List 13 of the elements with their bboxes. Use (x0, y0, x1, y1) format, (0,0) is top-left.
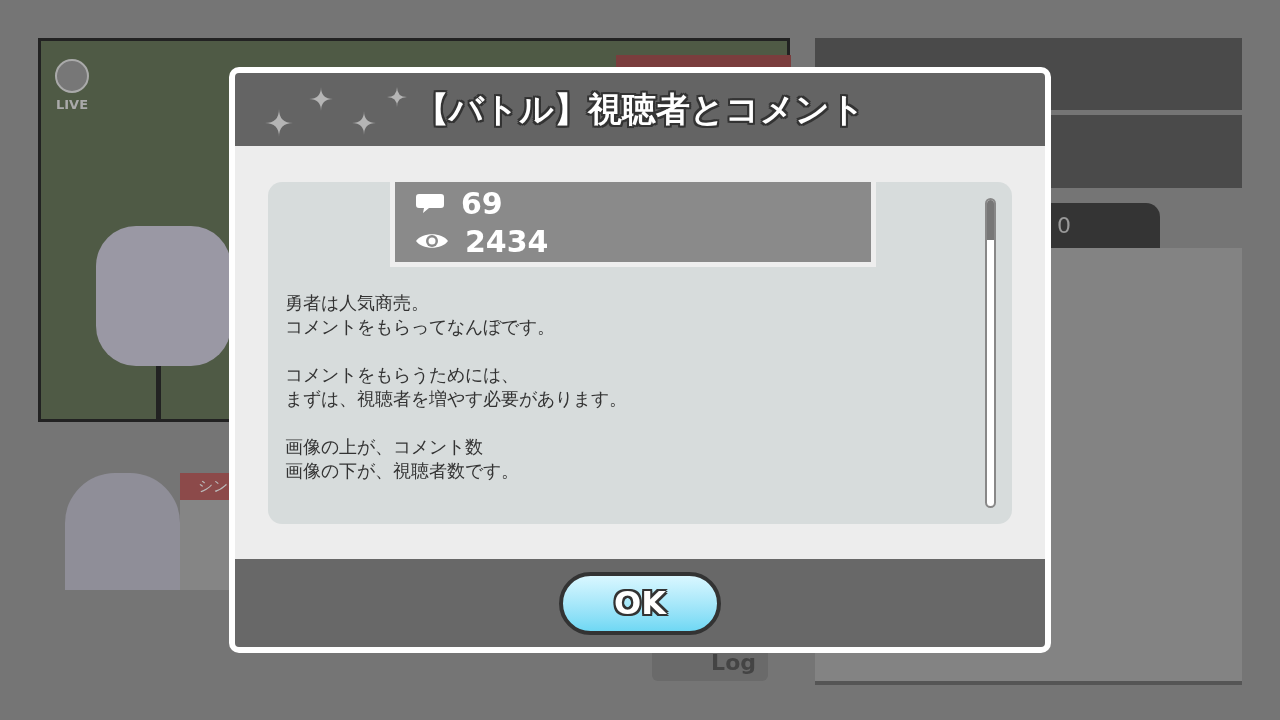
stat-value: 69 (461, 184, 503, 223)
badge-icon (55, 59, 89, 93)
eye-icon (415, 231, 449, 251)
description-line: コメントをもらってなんぼです。 (285, 315, 555, 339)
speech-bubble-icon (415, 192, 445, 214)
stat-value: 2434 (465, 222, 549, 261)
description-line: 勇者は人気商売。 (285, 291, 429, 315)
description-line: まずは、視聴者を増やす必要があります。 (285, 387, 627, 411)
description-line: 画像の上が、コメント数 (285, 435, 483, 459)
live-label: LIVE (55, 96, 89, 114)
description-line: コメントをもらうためには、 (285, 363, 519, 387)
ok-button[interactable]: OK (559, 571, 721, 635)
dialog-title: 【バトル】視聴者とコメント (415, 88, 865, 131)
